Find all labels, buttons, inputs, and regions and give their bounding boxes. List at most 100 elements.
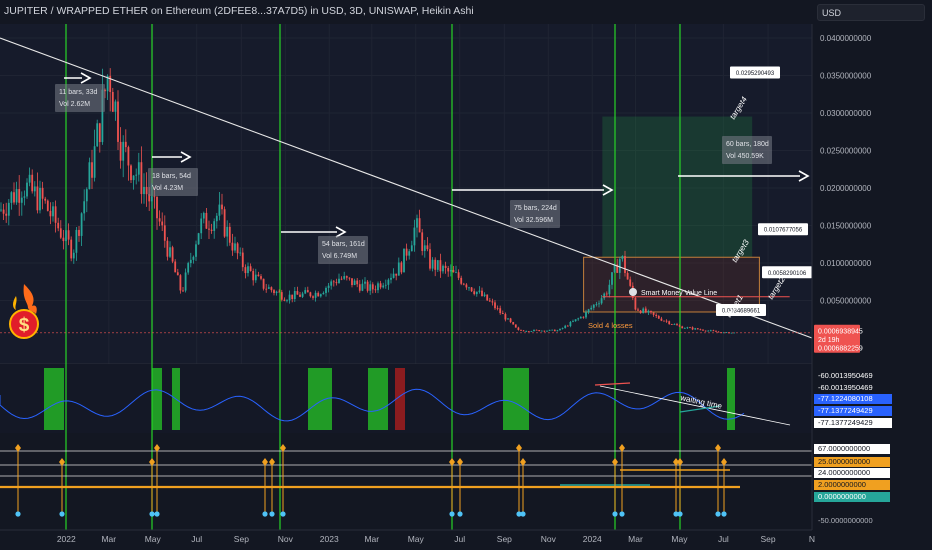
candle-body (33, 186, 36, 192)
candle-body (226, 226, 229, 237)
signal-bar (368, 368, 388, 430)
candle-body (647, 310, 650, 313)
candle-body (218, 204, 221, 216)
candle-body (405, 248, 408, 256)
indicator-panels (0, 363, 812, 530)
candle-body (192, 256, 195, 260)
candle-body (114, 101, 117, 112)
time-axis-bg (0, 530, 932, 550)
chart-title: JUPITER / WRAPPED ETHER on Ethereum (2DF… (4, 5, 474, 17)
candle-body (145, 186, 148, 195)
candle-body (470, 287, 473, 292)
signal-bar (308, 368, 332, 430)
candle-body (416, 218, 418, 228)
candle-body (569, 321, 572, 327)
candle-body (208, 228, 210, 230)
currency-selector[interactable]: USD (817, 4, 925, 21)
candle-body (709, 330, 712, 332)
candle-body (223, 209, 226, 237)
candle-body (210, 229, 213, 231)
measure-bars-label: 18 bars, 54d (152, 173, 191, 180)
candle-body (267, 287, 270, 289)
candle-body (460, 277, 463, 284)
candle-body (702, 329, 704, 331)
time-tick-label: May (671, 534, 688, 544)
ind-drop-marker (721, 511, 727, 517)
price-tick-label: 0.0400000000 (820, 34, 872, 43)
candle-body (611, 272, 613, 285)
candle-body (652, 312, 655, 315)
candle-body (481, 290, 483, 297)
candle-body (0, 209, 2, 211)
candle-body (520, 329, 522, 331)
candle-body (249, 266, 252, 272)
signal-bar (44, 368, 64, 430)
candle-body (395, 273, 398, 276)
candle-body (200, 218, 203, 234)
candle-body (7, 202, 10, 216)
candle-body (312, 296, 314, 298)
candle-body (280, 292, 283, 300)
candle-body (507, 318, 509, 320)
candle-body (143, 186, 145, 195)
price-tick-label: 0.0200000000 (820, 184, 872, 193)
time-tick-label: 2024 (583, 534, 602, 544)
ind-tick-label: -50.0000000000 (818, 516, 873, 525)
skull-icon (629, 288, 637, 296)
candle-body (57, 222, 60, 229)
signal-bar (727, 368, 735, 430)
candle-body (561, 327, 564, 329)
osc-tick-label: -77.1377249429 (818, 406, 873, 415)
candle-body (247, 266, 249, 274)
candle-body (88, 162, 91, 190)
candle-body (41, 187, 44, 199)
price-tick-label: 0.0100000000 (820, 259, 872, 268)
time-tick-label: May (145, 534, 162, 544)
candle-body (96, 123, 99, 147)
candle-body (488, 300, 491, 302)
chart-canvas[interactable]: 11 bars, 33d Vol 2.62M 18 bars, 54d Vol 4.2… (0, 0, 932, 550)
candle-body (421, 232, 424, 251)
ind-drop-marker (677, 511, 683, 517)
candle-body (176, 272, 179, 276)
candle-body (639, 310, 642, 314)
candle-body (189, 259, 192, 264)
price-tick-label: 0.0150000000 (820, 222, 872, 231)
candle-body (23, 196, 26, 198)
candle-body (67, 230, 70, 240)
candle-body (44, 198, 47, 201)
candle-body (332, 281, 335, 283)
candle-body (273, 290, 275, 294)
candle-body (676, 324, 678, 326)
candle-body (512, 322, 515, 325)
candle-body (202, 212, 205, 219)
ind-drop-marker (619, 511, 625, 517)
candle-body (546, 330, 548, 332)
candle-body (369, 284, 372, 291)
candle-body (364, 281, 366, 284)
price-axis: 0.0400000000 0.0350000000 0.0300000000 0.02… (811, 24, 932, 550)
candle-body (124, 141, 127, 148)
candle-body (182, 290, 184, 292)
candle-body (358, 284, 361, 291)
candle-body (465, 284, 468, 288)
candle-body (20, 197, 23, 203)
candle-body (195, 244, 197, 257)
target-value-label: 0.0295290493 (736, 71, 775, 77)
candle-body (54, 206, 57, 223)
candle-body (348, 277, 351, 279)
candle-body (605, 293, 608, 295)
candle-body (265, 288, 268, 290)
candle-body (644, 308, 647, 313)
time-tick-label: Jul (191, 534, 202, 544)
candle-body (564, 325, 567, 328)
candle-body (299, 294, 301, 297)
candle-body (501, 313, 504, 315)
candle-body (712, 330, 715, 332)
candle-body (608, 284, 611, 295)
measure-volume-label: Vol 450.59K (726, 153, 764, 160)
candle-body (135, 174, 138, 176)
candle-body (689, 327, 691, 329)
candle-body (59, 228, 62, 238)
candle-body (169, 247, 171, 257)
